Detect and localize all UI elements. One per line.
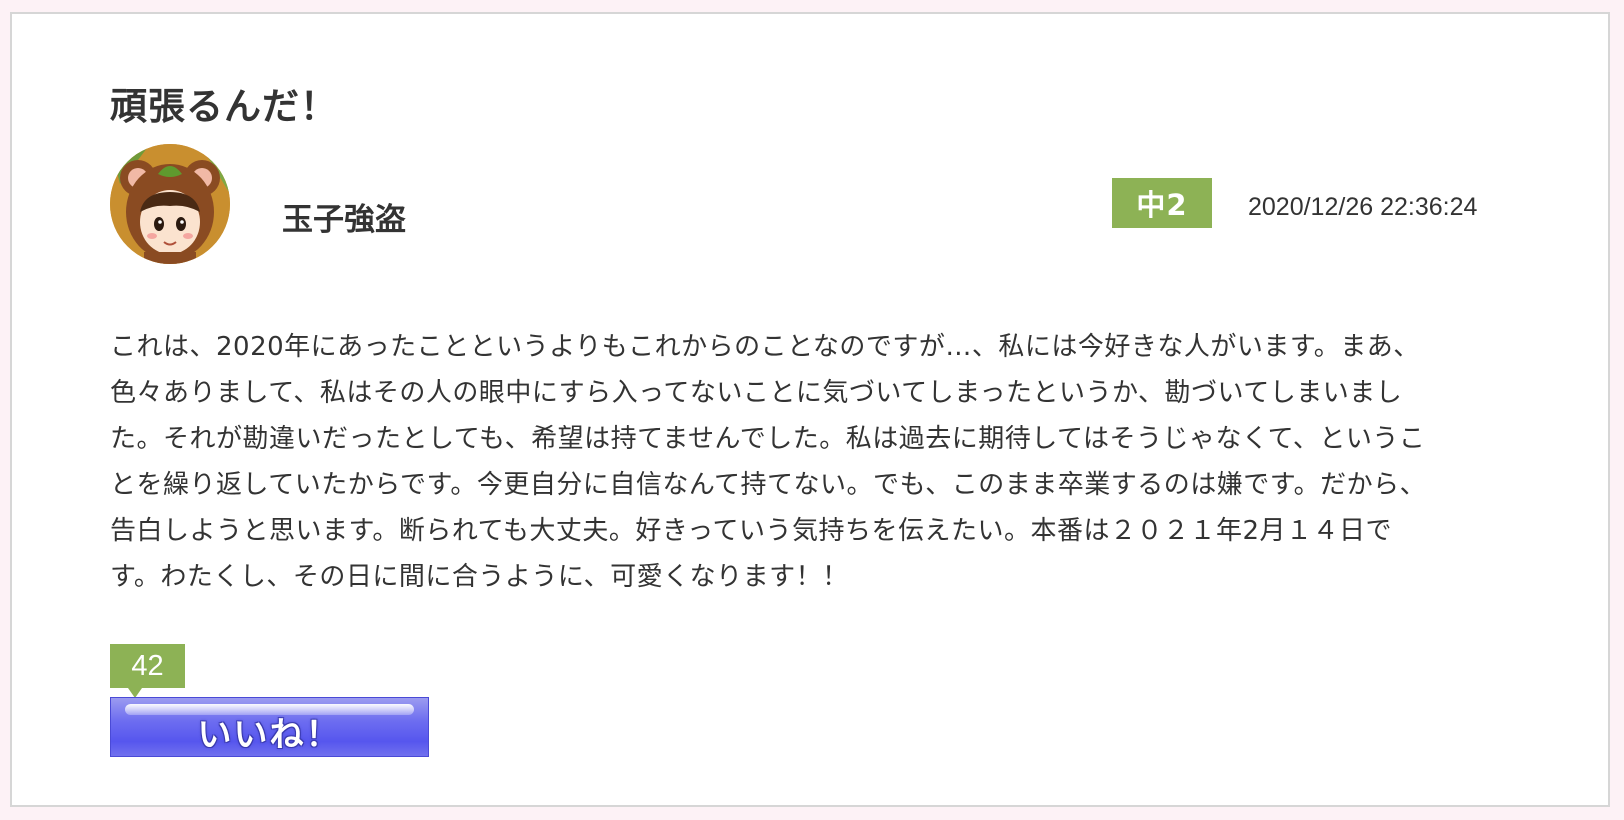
post-body: これは、2020年にあったことというよりもこれからのことなのですが…、私には今好… <box>110 332 1427 592</box>
like-count-badge: 42 <box>110 644 185 698</box>
like-button[interactable]: いいね！ <box>110 697 429 757</box>
grade-badge: 中2 <box>1112 178 1212 228</box>
like-button-label: いいね！ <box>197 714 342 755</box>
post-card: 頑張るんだ！ 玉子強盗 中2 2020/12/26 22:36:24 これは、2… <box>10 12 1610 807</box>
post-title: 頑張るんだ！ <box>110 85 338 128</box>
author-avatar <box>110 144 230 264</box>
like-count: 42 <box>131 649 164 682</box>
bear-hood-girl-avatar-icon <box>110 144 230 264</box>
post-timestamp: 2020/12/26 22:36:24 <box>1248 193 1478 221</box>
author-name[interactable]: 玉子強盗 <box>282 194 406 239</box>
